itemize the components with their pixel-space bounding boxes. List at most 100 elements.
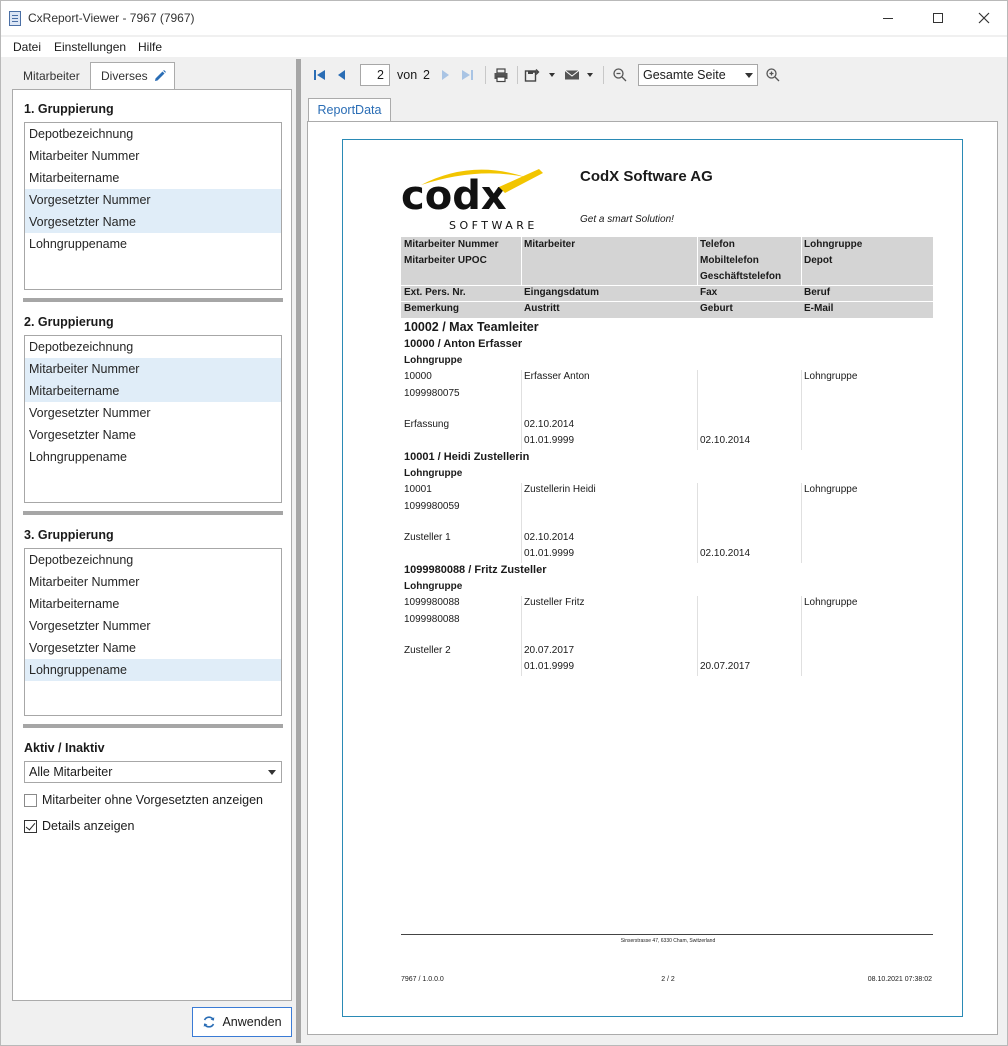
employee-upoc: 1099980088 — [404, 614, 460, 625]
group-splitter[interactable] — [23, 298, 283, 302]
zoom-in-icon[interactable] — [765, 67, 781, 83]
tab-reportdata[interactable]: ReportData — [308, 98, 391, 122]
toolbar-separator — [485, 66, 486, 84]
header-divider — [401, 285, 933, 286]
header-cell: Telefon — [700, 239, 735, 250]
export-icon[interactable] — [524, 67, 540, 83]
checkbox-details-label: Details anzeigen — [42, 819, 135, 833]
list-item-selected[interactable]: Mitarbeitername — [25, 380, 281, 402]
employee-name: Zustellerin Heidi — [524, 484, 596, 495]
maximize-button[interactable] — [915, 1, 961, 35]
checkbox-details[interactable] — [24, 820, 37, 833]
list-item[interactable]: Lohngruppename — [25, 233, 281, 255]
list-item[interactable]: Mitarbeitername — [25, 593, 281, 615]
previous-page-icon[interactable] — [334, 67, 350, 83]
employee-title: 10000 / Anton Erfasser — [404, 338, 523, 350]
list-item[interactable]: Lohngruppename — [25, 446, 281, 468]
checkbox-ohne-vorgesetzten[interactable] — [24, 794, 37, 807]
header-cell: Ext. Pers. Nr. — [404, 287, 466, 298]
panel-splitter[interactable] — [296, 59, 301, 1043]
list-item[interactable]: Mitarbeiter Nummer — [25, 145, 281, 167]
header-cell: Depot — [804, 255, 833, 266]
chevron-down-icon[interactable] — [587, 73, 593, 77]
apply-button[interactable]: Anwenden — [192, 1007, 292, 1037]
group1-list[interactable]: Depotbezeichnung Mitarbeiter Nummer Mita… — [24, 122, 282, 290]
app-icon — [9, 11, 21, 26]
next-page-icon[interactable] — [437, 67, 453, 83]
list-item-selected[interactable]: Vorgesetzter Nummer — [25, 189, 281, 211]
employee-entry-date: 20.07.2017 — [524, 645, 575, 656]
aktiv-select[interactable]: Alle Mitarbeiter — [24, 761, 282, 783]
list-item[interactable]: Depotbezeichnung — [25, 123, 281, 145]
list-item[interactable]: Mitarbeiter Nummer — [25, 571, 281, 593]
employee-birth-date: 02.10.2014 — [700, 548, 751, 559]
company-name: CodX Software AG — [580, 168, 713, 185]
pencil-icon — [155, 70, 166, 81]
close-button[interactable] — [961, 1, 1007, 35]
list-item-selected[interactable]: Lohngruppename — [25, 659, 281, 681]
chevron-down-icon[interactable] — [549, 73, 555, 77]
list-item-selected[interactable]: Vorgesetzter Name — [25, 211, 281, 233]
employee-subheading: Lohngruppe — [404, 581, 463, 592]
employee-title: 10001 / Heidi Zustellerin — [404, 451, 530, 463]
group-splitter[interactable] — [23, 724, 283, 728]
codx-logo: codx SOFTWARE — [401, 169, 543, 232]
group2-list[interactable]: Depotbezeichnung Mitarbeiter Nummer Mita… — [24, 335, 282, 503]
report-page: codx SOFTWARE CodX Software AG Get a sma… — [342, 139, 963, 1017]
menu-datei[interactable]: Datei — [13, 40, 41, 54]
group3-label: 3. Gruppierung — [24, 528, 114, 542]
menu-einstellungen[interactable]: Einstellungen — [54, 40, 126, 54]
minimize-button[interactable] — [865, 1, 911, 35]
header-divider — [697, 237, 698, 285]
employee-exit-date: 01.01.9999 — [524, 661, 575, 672]
minimize-icon — [883, 17, 893, 19]
list-item[interactable]: Vorgesetzter Name — [25, 637, 281, 659]
menu-bar: Datei Einstellungen Hilfe — [1, 37, 1007, 57]
employee-remark: Erfassung — [404, 419, 450, 430]
page-number-input[interactable]: 2 — [360, 64, 390, 86]
zoom-select-value: Gesamte Seite — [643, 68, 726, 82]
employee-number: 1099980088 — [404, 597, 460, 608]
print-icon[interactable] — [493, 67, 509, 83]
maximize-icon — [933, 13, 943, 23]
footer-rule — [401, 934, 933, 935]
group-splitter[interactable] — [23, 511, 283, 515]
header-cell: Geburt — [700, 303, 733, 314]
employee-number: 10001 — [404, 484, 432, 495]
list-item[interactable]: Vorgesetzter Nummer — [25, 615, 281, 637]
chevron-down-icon — [745, 73, 753, 78]
list-item[interactable]: Vorgesetzter Nummer — [25, 402, 281, 424]
header-cell: Geschäftstelefon — [700, 271, 782, 282]
menu-hilfe[interactable]: Hilfe — [138, 40, 162, 54]
mail-icon[interactable] — [564, 67, 580, 83]
employee-subheading: Lohngruppe — [404, 468, 463, 479]
first-page-icon[interactable] — [312, 67, 328, 83]
report-toolbar: 2 von 2 Gesamte Seite — [306, 61, 1006, 89]
tab-mitarbeiter[interactable]: Mitarbeiter — [13, 63, 91, 90]
header-divider — [401, 301, 933, 302]
list-item[interactable]: Mitarbeitername — [25, 167, 281, 189]
employee-name: Zusteller Fritz — [524, 597, 585, 608]
zoom-out-icon[interactable] — [612, 67, 628, 83]
footer-timestamp: 08.10.2021 07:38:02 — [867, 976, 932, 983]
tab-diverses[interactable]: Diverses — [90, 62, 175, 90]
employee-birth-date: 20.07.2017 — [700, 661, 751, 672]
toolbar-separator — [603, 66, 604, 84]
list-item[interactable]: Vorgesetzter Name — [25, 424, 281, 446]
header-divider — [801, 237, 802, 285]
group3-list[interactable]: Depotbezeichnung Mitarbeiter Nummer Mita… — [24, 548, 282, 716]
header-divider — [521, 237, 522, 285]
list-item[interactable]: Depotbezeichnung — [25, 336, 281, 358]
report-header-table: Mitarbeiter Nummer Mitarbeiter UPOC Ext.… — [401, 237, 933, 318]
zoom-select[interactable]: Gesamte Seite — [638, 64, 758, 86]
header-cell: Mitarbeiter Nummer — [404, 239, 499, 250]
last-page-icon[interactable] — [459, 67, 475, 83]
header-cell: Eingangsdatum — [524, 287, 600, 298]
list-item-selected[interactable]: Mitarbeiter Nummer — [25, 358, 281, 380]
list-item[interactable]: Depotbezeichnung — [25, 549, 281, 571]
cell-divider — [697, 370, 698, 450]
employee-remark: Zusteller 2 — [404, 645, 451, 656]
header-cell: Bemerkung — [404, 303, 460, 314]
employee-upoc: 1099980075 — [404, 388, 460, 399]
cell-divider — [697, 483, 698, 563]
